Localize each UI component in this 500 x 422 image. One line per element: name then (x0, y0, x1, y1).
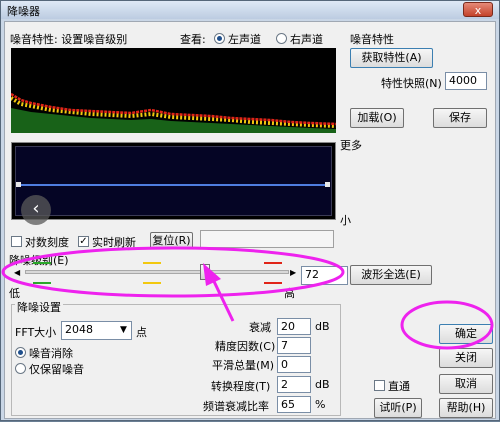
annotation-ellipse-ok (400, 300, 494, 350)
annotation-arrowhead (203, 263, 221, 286)
noise-reduction-window: 降噪器 x 噪音特性: 设置噪音级别 查看: 左声道 右声道 噪音特性 获取特性… (0, 0, 500, 421)
annotation-ellipse-slider (1, 246, 345, 298)
annotation-overlay (1, 246, 494, 350)
